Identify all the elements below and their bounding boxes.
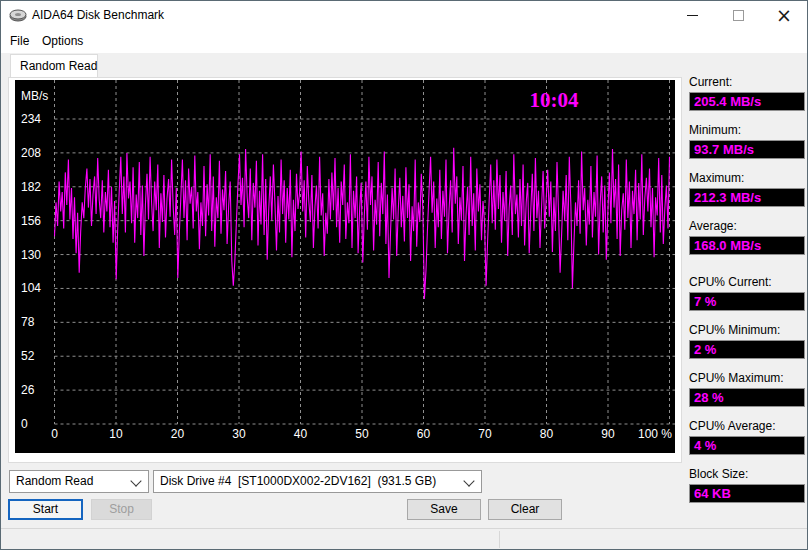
svg-text:10: 10: [109, 427, 123, 441]
svg-text:208: 208: [21, 146, 41, 160]
menu-file[interactable]: File: [10, 30, 29, 53]
maximize-button[interactable]: [715, 1, 761, 30]
stat-label: Current:: [689, 75, 801, 89]
stat-cpu-average: CPU% Average: 4 %: [689, 419, 801, 455]
svg-text:100 %: 100 %: [638, 427, 672, 441]
stat-value: 168.0 MB/s: [689, 236, 805, 255]
svg-text:78: 78: [21, 315, 35, 329]
stat-minimum: Minimum: 93.7 MB/s: [689, 123, 801, 159]
svg-text:156: 156: [21, 214, 41, 228]
svg-text:50: 50: [355, 427, 369, 441]
stat-label: Minimum:: [689, 123, 801, 137]
menu-options[interactable]: Options: [42, 30, 83, 53]
stat-cpu-current: CPU% Current: 7 %: [689, 275, 801, 311]
tab-random-read[interactable]: Random Read: [10, 54, 98, 77]
svg-text:10:04: 10:04: [530, 88, 579, 112]
svg-text:52: 52: [21, 349, 35, 363]
start-button[interactable]: Start: [8, 499, 83, 520]
save-button[interactable]: Save: [407, 499, 481, 520]
stat-block-size: Block Size: 64 KB: [689, 467, 801, 503]
minimize-icon: [687, 15, 698, 16]
svg-text:60: 60: [417, 427, 431, 441]
svg-text:70: 70: [478, 427, 492, 441]
svg-text:90: 90: [601, 427, 615, 441]
maximize-icon: [733, 10, 744, 21]
svg-text:0: 0: [21, 417, 28, 431]
svg-text:130: 130: [21, 248, 41, 262]
stat-value: 2 %: [689, 340, 805, 359]
svg-text:40: 40: [294, 427, 308, 441]
close-icon: ×: [776, 4, 792, 26]
stat-value: 4 %: [689, 436, 805, 455]
minimize-button[interactable]: [669, 1, 715, 30]
svg-text:80: 80: [540, 427, 554, 441]
stat-value: 28 %: [689, 388, 805, 407]
stat-value: 212.3 MB/s: [689, 188, 805, 207]
drive-select-value: Disk Drive #4 [ST1000DX002-2DV162] (931.…: [160, 471, 436, 492]
svg-text:0: 0: [51, 427, 58, 441]
svg-text:182: 182: [21, 180, 41, 194]
titlebar[interactable]: AIDA64 Disk Benchmark ×: [1, 1, 807, 30]
stat-label: CPU% Minimum:: [689, 323, 801, 337]
stat-label: CPU% Maximum:: [689, 371, 801, 385]
svg-text:MB/s: MB/s: [21, 89, 48, 103]
test-type-value: Random Read: [16, 471, 93, 492]
aida64-disk-benchmark-window: AIDA64 Disk Benchmark × File Options Ran…: [0, 0, 808, 550]
svg-text:30: 30: [232, 427, 246, 441]
clear-button[interactable]: Clear: [488, 499, 562, 520]
menubar: File Options: [1, 30, 807, 53]
stat-label: Block Size:: [689, 467, 801, 481]
stat-current: Current: 205.4 MB/s: [689, 75, 801, 111]
stat-label: CPU% Average:: [689, 419, 801, 433]
chevron-down-icon: [130, 475, 141, 486]
stat-label: CPU% Current:: [689, 275, 801, 289]
stat-cpu-minimum: CPU% Minimum: 2 %: [689, 323, 801, 359]
chevron-down-icon: [463, 475, 474, 486]
svg-text:104: 104: [21, 281, 41, 295]
drive-select[interactable]: Disk Drive #4 [ST1000DX002-2DV162] (931.…: [153, 470, 482, 493]
stop-button[interactable]: Stop: [91, 499, 152, 520]
test-type-select[interactable]: Random Read: [9, 470, 149, 493]
benchmark-chart: MB/s 234 208 182 156 130 104 78 52 26 0 0 10 20 30 40 50…: [15, 80, 675, 453]
stat-value: 7 %: [689, 292, 805, 311]
stat-value: 64 KB: [689, 484, 805, 503]
stat-value: 93.7 MB/s: [689, 140, 805, 159]
stat-cpu-maximum: CPU% Maximum: 28 %: [689, 371, 801, 407]
close-button[interactable]: ×: [761, 1, 807, 30]
stat-label: Maximum:: [689, 171, 801, 185]
stat-maximum: Maximum: 212.3 MB/s: [689, 171, 801, 207]
svg-text:20: 20: [171, 427, 185, 441]
stat-average: Average: 168.0 MB/s: [689, 219, 801, 255]
stat-label: Average:: [689, 219, 801, 233]
app-icon: [9, 8, 27, 23]
svg-text:234: 234: [21, 112, 41, 126]
stat-value: 205.4 MB/s: [689, 92, 805, 111]
status-bar: [1, 528, 807, 549]
window-title: AIDA64 Disk Benchmark: [32, 1, 164, 30]
svg-text:26: 26: [21, 383, 35, 397]
client-area: Random Read MB/s 234 208 182 156 130 104 78 52 26…: [1, 53, 807, 549]
status-separator: [499, 531, 500, 548]
